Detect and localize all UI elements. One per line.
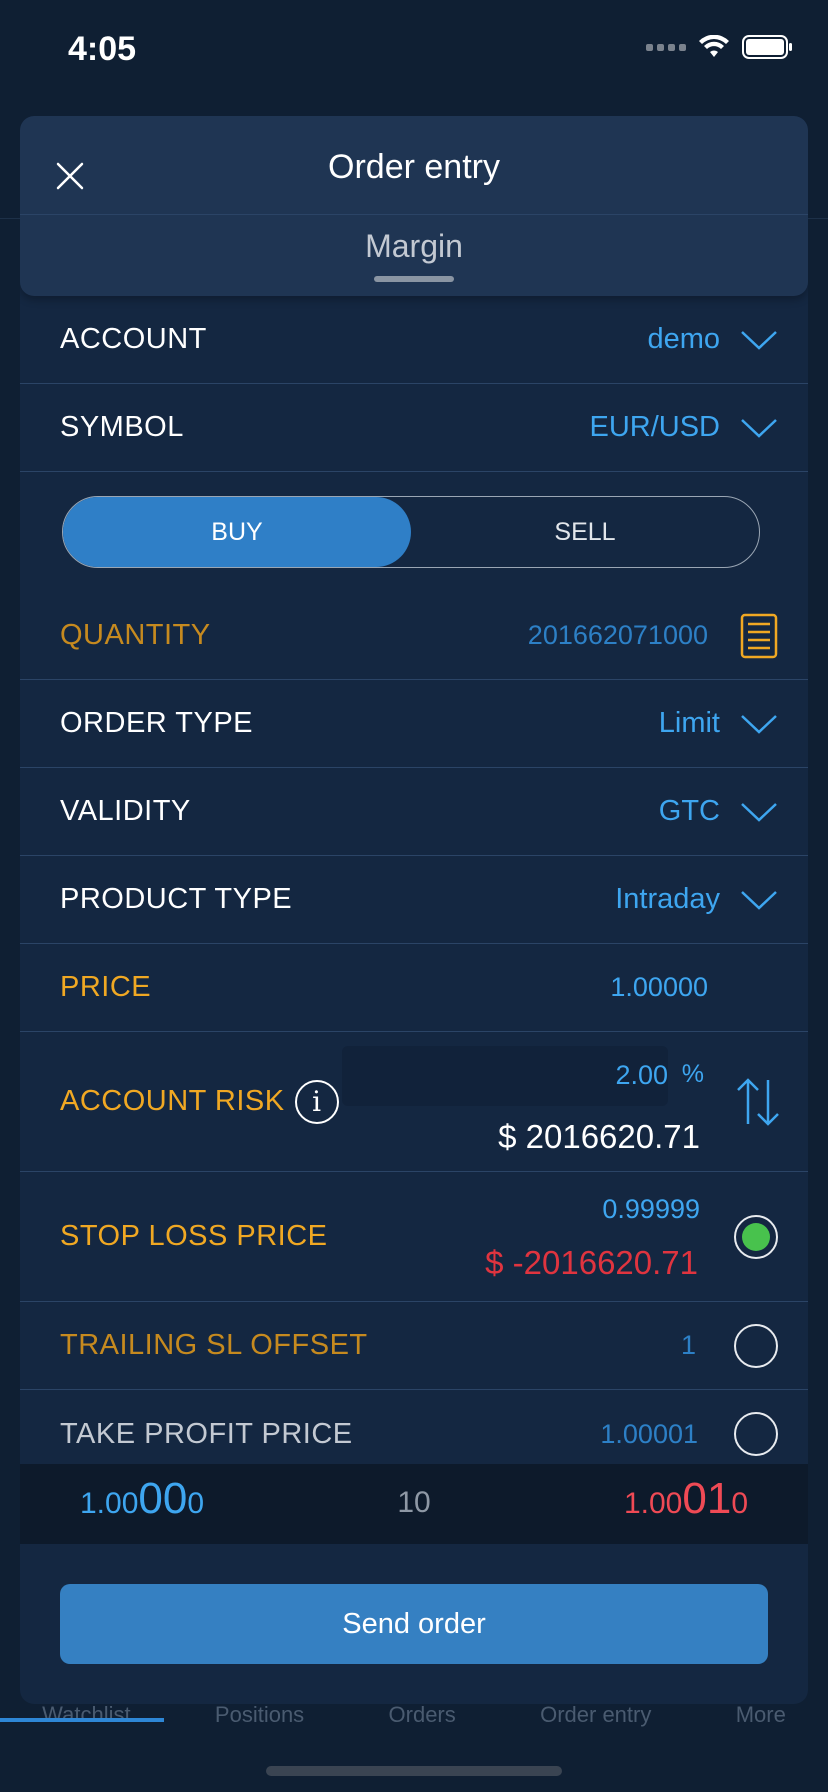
header-divider xyxy=(20,214,808,215)
chevron-down-icon xyxy=(741,890,777,910)
ask-prefix: 1.00 xyxy=(623,1487,683,1520)
account-label: ACCOUNT xyxy=(60,323,207,355)
quote-bar: 1.00000 10 1.00010 xyxy=(20,1464,808,1544)
validity-value: GTC xyxy=(658,795,720,827)
order-type-value: Limit xyxy=(658,707,720,739)
account-selector[interactable]: ACCOUNT demo xyxy=(20,296,808,384)
price-label: PRICE xyxy=(60,971,152,1003)
swap-arrows-icon[interactable] xyxy=(734,1076,782,1128)
send-order-button[interactable]: Send order xyxy=(60,1584,768,1664)
sheet-title: Order entry xyxy=(328,148,500,186)
home-indicator[interactable] xyxy=(266,1766,562,1776)
product-type-selector[interactable]: PRODUCT TYPE Intraday xyxy=(20,856,808,944)
ask-suffix: 0 xyxy=(731,1487,748,1520)
account-value: demo xyxy=(647,323,720,355)
ask-pips: 01 xyxy=(682,1474,732,1523)
take-profit-radio[interactable] xyxy=(734,1412,778,1456)
trailing-sl-label: TRAILING SL OFFSET xyxy=(60,1329,368,1361)
account-risk-label: ACCOUNT RISK xyxy=(60,1085,285,1117)
sheet-drag-handle[interactable] xyxy=(374,276,454,282)
buy-button[interactable]: BUY xyxy=(63,497,411,567)
product-type-label: PRODUCT TYPE xyxy=(60,883,293,915)
background-tab-positions: Positions xyxy=(214,1702,305,1727)
quantity-label: QUANTITY xyxy=(60,619,211,651)
calculator-icon[interactable] xyxy=(740,613,778,659)
order-type-selector[interactable]: ORDER TYPE Limit xyxy=(20,680,808,768)
sheet-header: Order entry Margin xyxy=(20,116,808,296)
quantity-field[interactable]: QUANTITY 201662071000 xyxy=(20,592,808,680)
status-icons xyxy=(646,34,794,60)
sell-button[interactable]: SELL xyxy=(411,497,759,567)
side-toggle-row: BUY SELL xyxy=(20,472,808,592)
price-field[interactable]: PRICE 1.00000 xyxy=(20,944,808,1032)
stop-loss-amount: $ -2016620.71 xyxy=(485,1244,698,1281)
radio-selected-dot xyxy=(742,1222,770,1251)
order-entry-sheet: Order entry Margin ACCOUNT demo SYMBOL E… xyxy=(20,116,808,1704)
tab-margin[interactable]: Margin xyxy=(20,228,808,265)
order-form: ACCOUNT demo SYMBOL EUR/USD BUY SELL QUA… xyxy=(20,296,808,1478)
percent-unit: % xyxy=(681,1060,704,1088)
account-risk-row: ACCOUNT RISK i 2.00 % $ 2016620.71 xyxy=(20,1032,808,1172)
background-tab-indicator xyxy=(0,1718,164,1722)
chevron-down-icon xyxy=(741,802,777,822)
stop-loss-label: STOP LOSS PRICE xyxy=(60,1220,328,1252)
validity-selector[interactable]: VALIDITY GTC xyxy=(20,768,808,856)
background-tab-watchlist: Watchlist xyxy=(42,1702,131,1727)
status-time: 4:05 xyxy=(68,30,137,68)
symbol-label: SYMBOL xyxy=(60,411,184,443)
quantity-value: 201662071000 xyxy=(527,620,708,650)
take-profit-label: TAKE PROFIT PRICE xyxy=(60,1417,353,1450)
symbol-selector[interactable]: SYMBOL EUR/USD xyxy=(20,384,808,472)
stop-loss-price: 0.99999 xyxy=(602,1194,700,1224)
status-bar: 4:05 xyxy=(0,0,828,100)
price-value: 1.00000 xyxy=(610,972,708,1002)
order-type-label: ORDER TYPE xyxy=(60,707,254,739)
trailing-sl-value: 1 xyxy=(680,1330,696,1360)
validity-label: VALIDITY xyxy=(60,795,191,827)
info-icon[interactable]: i xyxy=(294,1079,339,1124)
cellular-signal-icon xyxy=(646,43,686,51)
battery-icon xyxy=(742,35,792,59)
symbol-value: EUR/USD xyxy=(589,411,720,443)
trailing-sl-row[interactable]: TRAILING SL OFFSET 1 xyxy=(20,1302,808,1390)
buy-sell-toggle: BUY SELL xyxy=(62,496,760,568)
background-tab-more: More xyxy=(735,1702,786,1727)
stop-loss-radio[interactable] xyxy=(734,1214,778,1259)
background-tab-order-entry: Order entry xyxy=(540,1702,652,1727)
stop-loss-row[interactable]: STOP LOSS PRICE 0.99999 $ -2016620.71 xyxy=(20,1172,808,1302)
background-tab-orders: Orders xyxy=(388,1702,456,1727)
risk-percent-value: 2.00 xyxy=(615,1060,668,1090)
trailing-sl-radio[interactable] xyxy=(734,1323,778,1368)
risk-amount: $ 2016620.71 xyxy=(498,1118,700,1155)
wifi-icon xyxy=(699,35,729,57)
product-type-value: Intraday xyxy=(615,883,720,915)
chevron-down-icon xyxy=(741,418,777,438)
chevron-down-icon xyxy=(741,714,777,734)
chevron-down-icon xyxy=(741,330,777,350)
take-profit-value: 1.00001 xyxy=(600,1418,698,1449)
ask-quote[interactable]: 1.00010 xyxy=(624,1474,748,1524)
